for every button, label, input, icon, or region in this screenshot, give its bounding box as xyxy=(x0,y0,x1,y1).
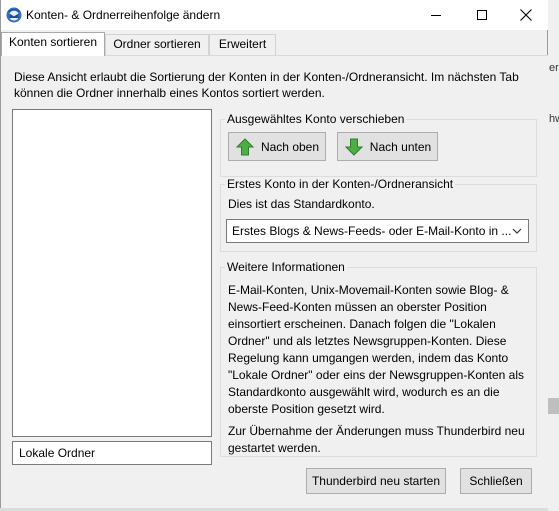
tab-ordner-sortieren[interactable]: Ordner sortieren xyxy=(105,34,209,55)
selected-account-field[interactable]: Lokale Ordner xyxy=(12,441,212,465)
dialog-window: Konten- & Ordnerreihenfolge ändern Konte… xyxy=(0,0,548,508)
first-account-select-value: Erstes Blogs & News-Feeds- oder E-Mail-K… xyxy=(232,224,512,238)
close-button[interactable]: Schließen xyxy=(460,468,532,494)
move-account-group: Ausgewähltes Konto verschieben Nach oben… xyxy=(220,112,537,177)
info-paragraph: Zur Übernahme der Änderungen muss Thunde… xyxy=(228,424,525,455)
maximize-button[interactable] xyxy=(459,0,505,30)
arrow-down-icon xyxy=(344,138,364,156)
move-down-label: Nach unten xyxy=(369,139,432,154)
title-bar[interactable]: Konten- & Ordnerreihenfolge ändern xyxy=(1,0,548,30)
minimize-button[interactable] xyxy=(413,0,459,30)
default-account-text: Dies ist das Standardkonto. xyxy=(228,197,375,211)
background-window xyxy=(548,0,559,511)
close-window-button[interactable] xyxy=(503,0,549,30)
move-down-button[interactable]: Nach unten xyxy=(337,132,438,161)
tab-erweitert[interactable]: Erweitert xyxy=(209,34,276,55)
thunderbird-icon xyxy=(6,7,22,23)
move-up-label: Nach oben xyxy=(260,139,320,154)
tab-panel: Diese Ansicht erlaubt die Sortierung der… xyxy=(1,55,548,508)
info-text: E-Mail-Konten, Unix-Movemail-Konten sowi… xyxy=(228,282,531,462)
maximize-icon xyxy=(477,10,487,20)
first-account-group: Erstes Konto in der Konten-/Ordneransich… xyxy=(220,177,537,252)
window-title: Konten- & Ordnerreihenfolge ändern xyxy=(26,8,221,22)
move-group-label: Ausgewähltes Konto verschieben xyxy=(225,112,407,126)
tab-konten-sortieren[interactable]: Konten sortieren xyxy=(1,32,105,56)
restart-thunderbird-button[interactable]: Thunderbird neu starten xyxy=(306,468,446,494)
info-group: Weitere Informationen E-Mail-Konten, Uni… xyxy=(220,260,537,457)
move-up-button[interactable]: Nach oben xyxy=(228,132,326,161)
close-icon xyxy=(520,9,532,21)
background-scrollbar xyxy=(548,398,559,414)
info-paragraph: E-Mail-Konten, Unix-Movemail-Konten sowi… xyxy=(228,283,525,416)
chevron-down-icon xyxy=(512,228,522,234)
account-listbox[interactable] xyxy=(12,109,212,437)
description-text: Diese Ansicht erlaubt die Sortierung der… xyxy=(14,70,519,100)
minimize-icon xyxy=(431,15,441,16)
info-group-label: Weitere Informationen xyxy=(225,260,347,274)
background-text: er xyxy=(549,62,559,74)
background-text: hw xyxy=(549,113,559,125)
arrow-up-icon xyxy=(235,137,255,155)
first-account-group-label: Erstes Konto in der Konten-/Ordneransich… xyxy=(225,177,456,191)
tab-strip: Konten sortieren Ordner sortieren Erweit… xyxy=(1,32,548,56)
first-account-select[interactable]: Erstes Blogs & News-Feeds- oder E-Mail-K… xyxy=(226,219,529,243)
